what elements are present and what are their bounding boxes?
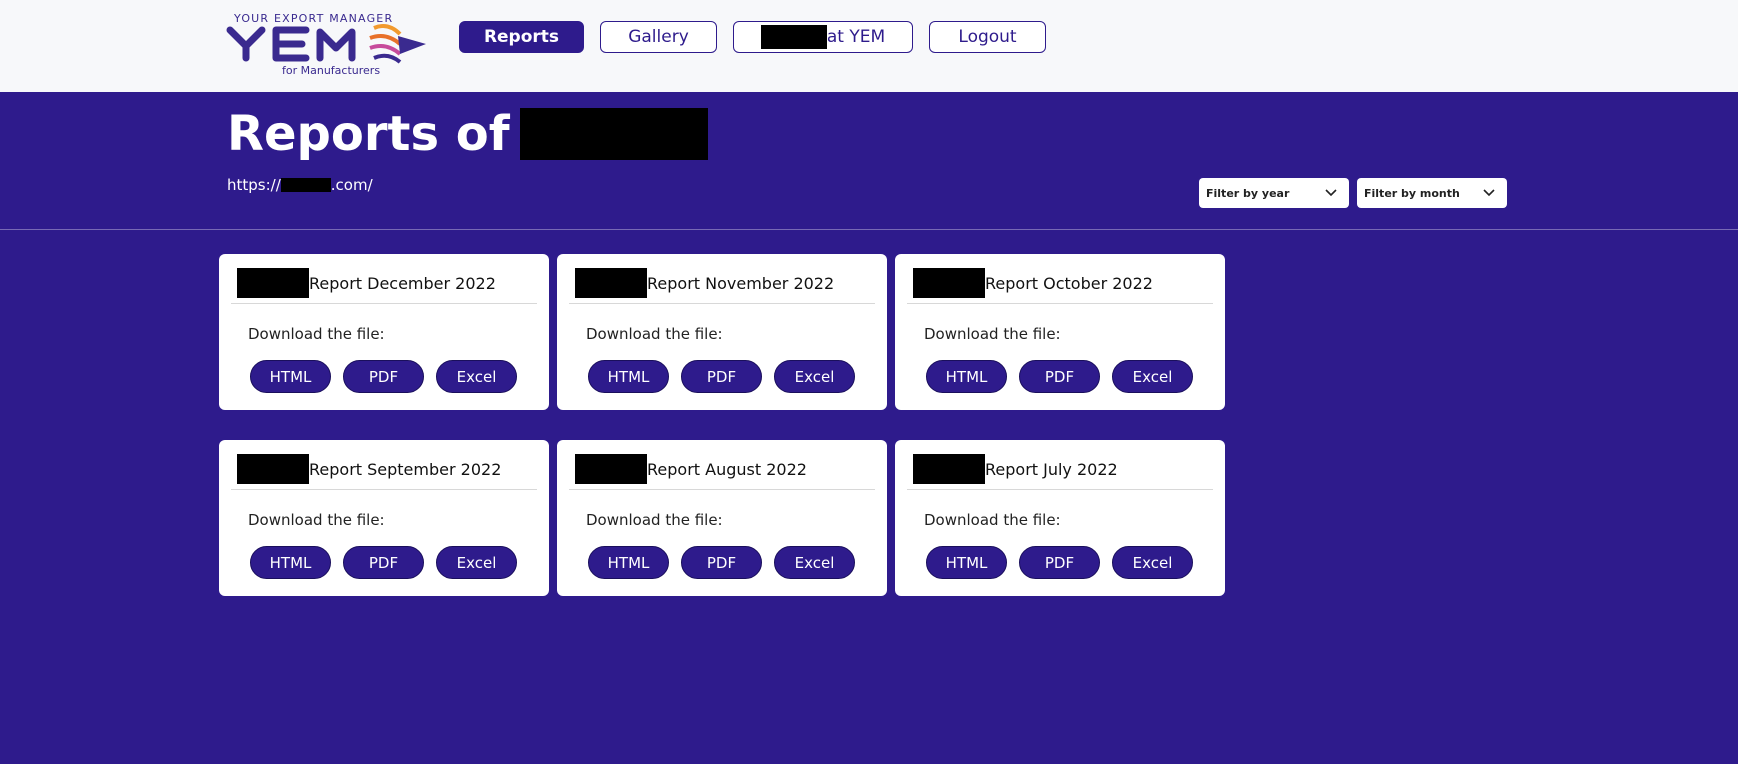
report-card-title: Report September 2022 — [237, 454, 501, 484]
nav-reports-button[interactable]: Reports — [459, 21, 584, 53]
report-card-title: Report December 2022 — [237, 268, 496, 298]
yem-logo[interactable]: YOUR EXPORT MANAGER for Manufacturers — [224, 10, 430, 78]
page-title-text: Reports of — [227, 106, 510, 162]
chevron-down-icon — [1483, 189, 1495, 197]
redacted-block — [237, 268, 309, 298]
download-pdf-button[interactable]: PDF — [1019, 360, 1100, 393]
download-excel-button[interactable]: Excel — [436, 360, 517, 393]
download-html-button[interactable]: HTML — [250, 360, 331, 393]
download-prompt: Download the file: — [924, 325, 1061, 343]
card-divider — [231, 489, 537, 490]
yem-logo-mark — [226, 24, 426, 64]
filter-year-label: Filter by year — [1206, 186, 1290, 200]
page-title: Reports of — [227, 106, 708, 162]
redacted-block — [760, 25, 827, 49]
top-navigation-bar: YOUR EXPORT MANAGER for Manufacturers Re… — [0, 0, 1738, 92]
redacted-block — [575, 268, 647, 298]
redacted-block — [280, 178, 331, 192]
filter-month-label: Filter by month — [1364, 186, 1460, 200]
download-html-button[interactable]: HTML — [588, 360, 669, 393]
nav-at-yem-button[interactable]: at YEM — [733, 21, 913, 53]
report-card: Report October 2022 Download the file: H… — [895, 254, 1225, 410]
download-excel-button[interactable]: Excel — [774, 360, 855, 393]
download-html-button[interactable]: HTML — [926, 546, 1007, 579]
redacted-block — [913, 454, 985, 484]
download-excel-button[interactable]: Excel — [1112, 360, 1193, 393]
report-card: Report December 2022 Download the file: … — [219, 254, 549, 410]
download-excel-button[interactable]: Excel — [436, 546, 517, 579]
redacted-block — [519, 108, 708, 160]
download-html-button[interactable]: HTML — [926, 360, 1007, 393]
download-html-button[interactable]: HTML — [250, 546, 331, 579]
download-pdf-button[interactable]: PDF — [681, 546, 762, 579]
download-prompt: Download the file: — [248, 511, 385, 529]
report-card-title: Report July 2022 — [913, 454, 1118, 484]
card-divider — [569, 303, 875, 304]
download-pdf-button[interactable]: PDF — [343, 360, 424, 393]
download-excel-button[interactable]: Excel — [774, 546, 855, 579]
url-suffix: .com/ — [330, 176, 373, 194]
download-prompt: Download the file: — [586, 511, 723, 529]
report-card-title-text: Report December 2022 — [309, 273, 496, 293]
url-prefix: https:// — [227, 176, 281, 194]
nav-at-yem-label: at YEM — [826, 27, 886, 47]
redacted-block — [913, 268, 985, 298]
download-prompt: Download the file: — [924, 511, 1061, 529]
download-prompt: Download the file: — [586, 325, 723, 343]
report-card: Report August 2022 Download the file: HT… — [557, 440, 887, 596]
report-card-title-text: Report July 2022 — [985, 459, 1118, 479]
report-card-title-text: Report September 2022 — [309, 459, 502, 479]
section-divider — [0, 229, 1738, 230]
redacted-block — [575, 454, 647, 484]
logo-subtitle: for Manufacturers — [282, 64, 381, 77]
download-pdf-button[interactable]: PDF — [1019, 546, 1100, 579]
download-pdf-button[interactable]: PDF — [681, 360, 762, 393]
card-divider — [231, 303, 537, 304]
card-divider — [907, 303, 1213, 304]
nav-gallery-button[interactable]: Gallery — [600, 21, 717, 53]
download-excel-button[interactable]: Excel — [1112, 546, 1193, 579]
card-divider — [907, 489, 1213, 490]
filter-month-select[interactable]: Filter by month — [1357, 178, 1507, 208]
site-url: https:// .com/ — [227, 176, 373, 194]
report-card-title: Report August 2022 — [575, 454, 807, 484]
nav-logout-button[interactable]: Logout — [929, 21, 1046, 53]
report-card-title-text: Report August 2022 — [647, 459, 807, 479]
report-card-title: Report October 2022 — [913, 268, 1153, 298]
report-card: Report September 2022 Download the file:… — [219, 440, 549, 596]
redacted-block — [237, 454, 309, 484]
report-card: Report July 2022 Download the file: HTML… — [895, 440, 1225, 596]
chevron-down-icon — [1325, 189, 1337, 197]
filter-year-select[interactable]: Filter by year — [1199, 178, 1349, 208]
card-divider — [569, 489, 875, 490]
report-card-title: Report November 2022 — [575, 268, 834, 298]
report-card: Report November 2022 Download the file: … — [557, 254, 887, 410]
report-card-title-text: Report November 2022 — [647, 273, 835, 293]
download-html-button[interactable]: HTML — [588, 546, 669, 579]
report-card-title-text: Report October 2022 — [985, 273, 1153, 293]
download-pdf-button[interactable]: PDF — [343, 546, 424, 579]
download-prompt: Download the file: — [248, 325, 385, 343]
